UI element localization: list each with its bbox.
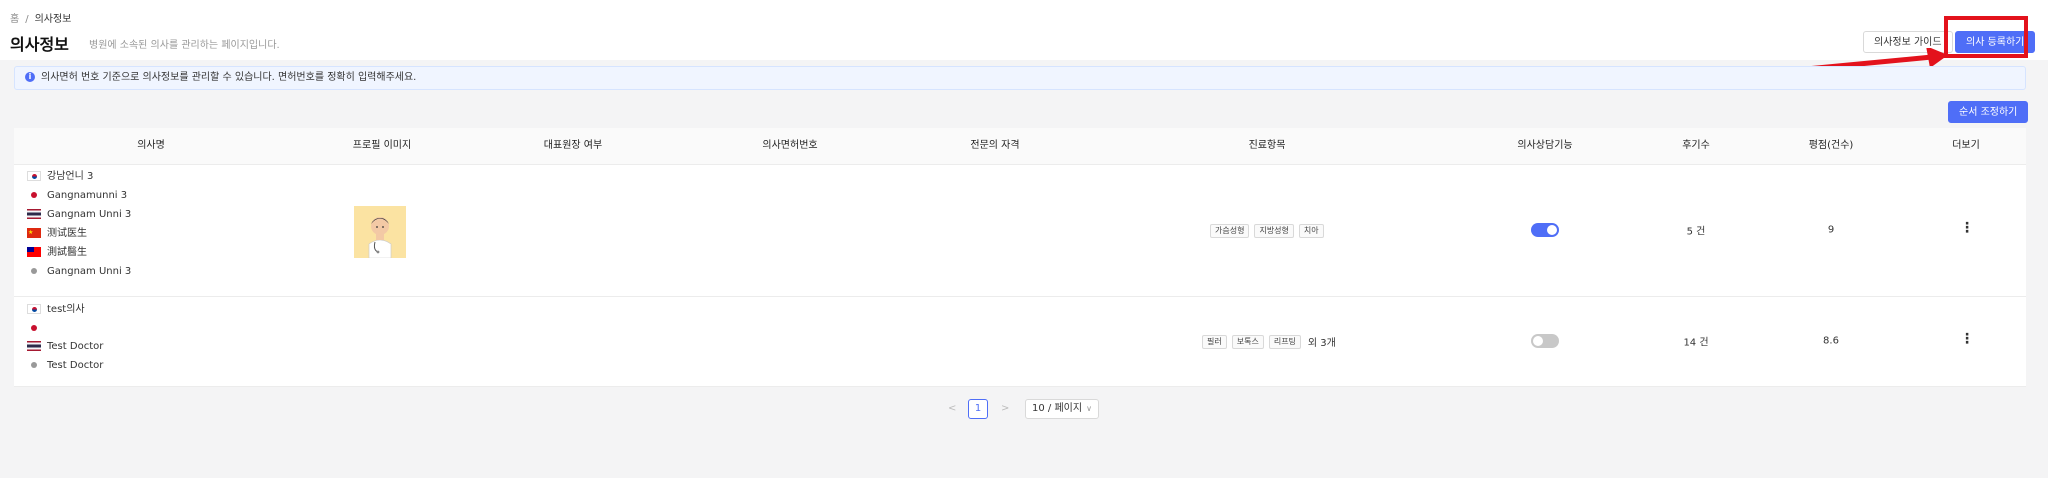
thailand-flag-icon bbox=[27, 209, 41, 219]
highlight-box-annotation bbox=[1944, 16, 2028, 58]
doctor-avatar-icon bbox=[354, 206, 406, 259]
table-header: 의사명 프로필 이미지 대표원장 여부 의사면허번호 전문의 자격 진료항목 의… bbox=[14, 128, 2026, 165]
taiwan-flag-icon bbox=[27, 247, 41, 257]
column-header-more: 더보기 bbox=[1952, 140, 1980, 151]
more-options-icon[interactable]: ⋮ bbox=[1960, 332, 1974, 346]
column-header-representative: 대표원장 여부 bbox=[543, 140, 603, 151]
page-size-value: 10 / 페이지 bbox=[1032, 403, 1083, 414]
toggle-knob bbox=[1533, 336, 1543, 346]
treatment-tag: 리프팅 bbox=[1268, 334, 1301, 349]
more-options-icon[interactable]: ⋮ bbox=[1960, 221, 1974, 235]
prev-page-icon[interactable]: < bbox=[948, 403, 956, 414]
global-dot-icon bbox=[27, 360, 41, 370]
treatments-more-count: 외 3개 bbox=[1307, 338, 1336, 349]
doctor-name-ko: test의사 bbox=[27, 303, 85, 317]
doctor-table: 의사명 프로필 이미지 대표원장 여부 의사면허번호 전문의 자격 진료항목 의… bbox=[14, 128, 2026, 387]
treatment-tag: 치아 bbox=[1298, 223, 1324, 238]
table-row: 강남언니 3 Gangnamunni 3 Gangnam Unni 3 测试医生… bbox=[14, 165, 2026, 297]
column-header-consultation: 의사상담기능 bbox=[1517, 140, 1573, 151]
thailand-flag-icon bbox=[27, 341, 41, 351]
doctor-name-global: Gangnam Unni 3 bbox=[27, 265, 131, 279]
review-count: 14 건 bbox=[1683, 337, 1709, 349]
toggle-knob bbox=[1547, 225, 1557, 235]
column-header-treatments: 진료항목 bbox=[1248, 140, 1286, 151]
next-page-icon[interactable]: > bbox=[1001, 403, 1009, 414]
pagination: < 1 > 10 / 페이지 ∨ bbox=[0, 399, 2048, 421]
doctor-name-global: Test Doctor bbox=[27, 359, 103, 373]
doctor-name-zh-tw: 測試醫生 bbox=[27, 246, 87, 260]
treatment-tag: 지방성형 bbox=[1254, 223, 1294, 238]
info-icon: i bbox=[25, 72, 35, 82]
page-header: 홈 / 의사정보 의사정보 병원에 소속된 의사를 관리하는 페이지입니다. 의사정… bbox=[0, 0, 2048, 60]
table-row: test의사 Test Doctor Test Doctor 필러 보톡스 리프… bbox=[14, 297, 2026, 387]
breadcrumb: 홈 / 의사정보 bbox=[10, 10, 71, 25]
notice-text: 의사면허 번호 기준으로 의사정보를 관리할 수 있습니다. 면허번호를 정확히… bbox=[41, 72, 417, 83]
breadcrumb-home[interactable]: 홈 bbox=[10, 14, 19, 25]
chevron-down-icon: ∨ bbox=[1086, 404, 1092, 413]
breadcrumb-separator: / bbox=[25, 14, 29, 25]
doctor-name-ja bbox=[27, 322, 47, 336]
doctor-name-ko: 강남언니 3 bbox=[27, 170, 93, 184]
page-title: 의사정보 bbox=[10, 35, 69, 54]
page-number-button[interactable]: 1 bbox=[968, 399, 988, 419]
review-count: 5 건 bbox=[1686, 226, 1706, 238]
rating-value: 8.6 bbox=[1823, 335, 1839, 347]
column-header-specialist: 전문의 자격 bbox=[970, 140, 1020, 151]
treatment-tags: 필러 보톡스 리프팅 외 3개 bbox=[1202, 297, 1336, 386]
doctor-profile-image[interactable] bbox=[354, 206, 406, 259]
korea-flag-icon bbox=[27, 171, 41, 181]
japan-flag-icon bbox=[27, 190, 41, 200]
global-dot-icon bbox=[27, 266, 41, 276]
column-header-reviews: 후기수 bbox=[1682, 140, 1710, 151]
page-subtitle: 병원에 소속된 의사를 관리하는 페이지입니다. bbox=[89, 40, 280, 51]
column-header-profile-image: 프로필 이미지 bbox=[352, 140, 412, 151]
doctor-name-th: Test Doctor bbox=[27, 340, 103, 354]
doctor-name-ja: Gangnamunni 3 bbox=[27, 189, 127, 203]
breadcrumb-current: 의사정보 bbox=[34, 14, 72, 25]
china-flag-icon bbox=[27, 226, 41, 240]
rating-value: 9 bbox=[1827, 224, 1835, 236]
reorder-button[interactable]: 순서 조정하기 bbox=[1948, 101, 2029, 123]
treatment-tag: 가슴성형 bbox=[1210, 223, 1250, 238]
consultation-toggle[interactable] bbox=[1531, 223, 1559, 237]
korea-flag-icon bbox=[27, 304, 41, 314]
doctor-name-th: Gangnam Unni 3 bbox=[27, 208, 131, 222]
treatment-tags: 가슴성형 지방성형 치아 bbox=[1210, 165, 1329, 296]
doctor-name-zh-cn: 测试医生 bbox=[27, 226, 87, 241]
japan-flag-icon bbox=[27, 323, 41, 333]
info-notice: i 의사면허 번호 기준으로 의사정보를 관리할 수 있습니다. 면허번호를 정확… bbox=[14, 66, 2026, 90]
page-size-select[interactable]: 10 / 페이지 ∨ bbox=[1025, 399, 1099, 419]
column-header-rating: 평점(건수) bbox=[1808, 140, 1854, 151]
column-header-name: 의사명 bbox=[137, 140, 165, 151]
treatment-tag: 보톡스 bbox=[1231, 334, 1264, 349]
column-header-license-number: 의사면허번호 bbox=[762, 140, 818, 151]
consultation-toggle[interactable] bbox=[1531, 334, 1559, 348]
treatment-tag: 필러 bbox=[1202, 334, 1227, 349]
